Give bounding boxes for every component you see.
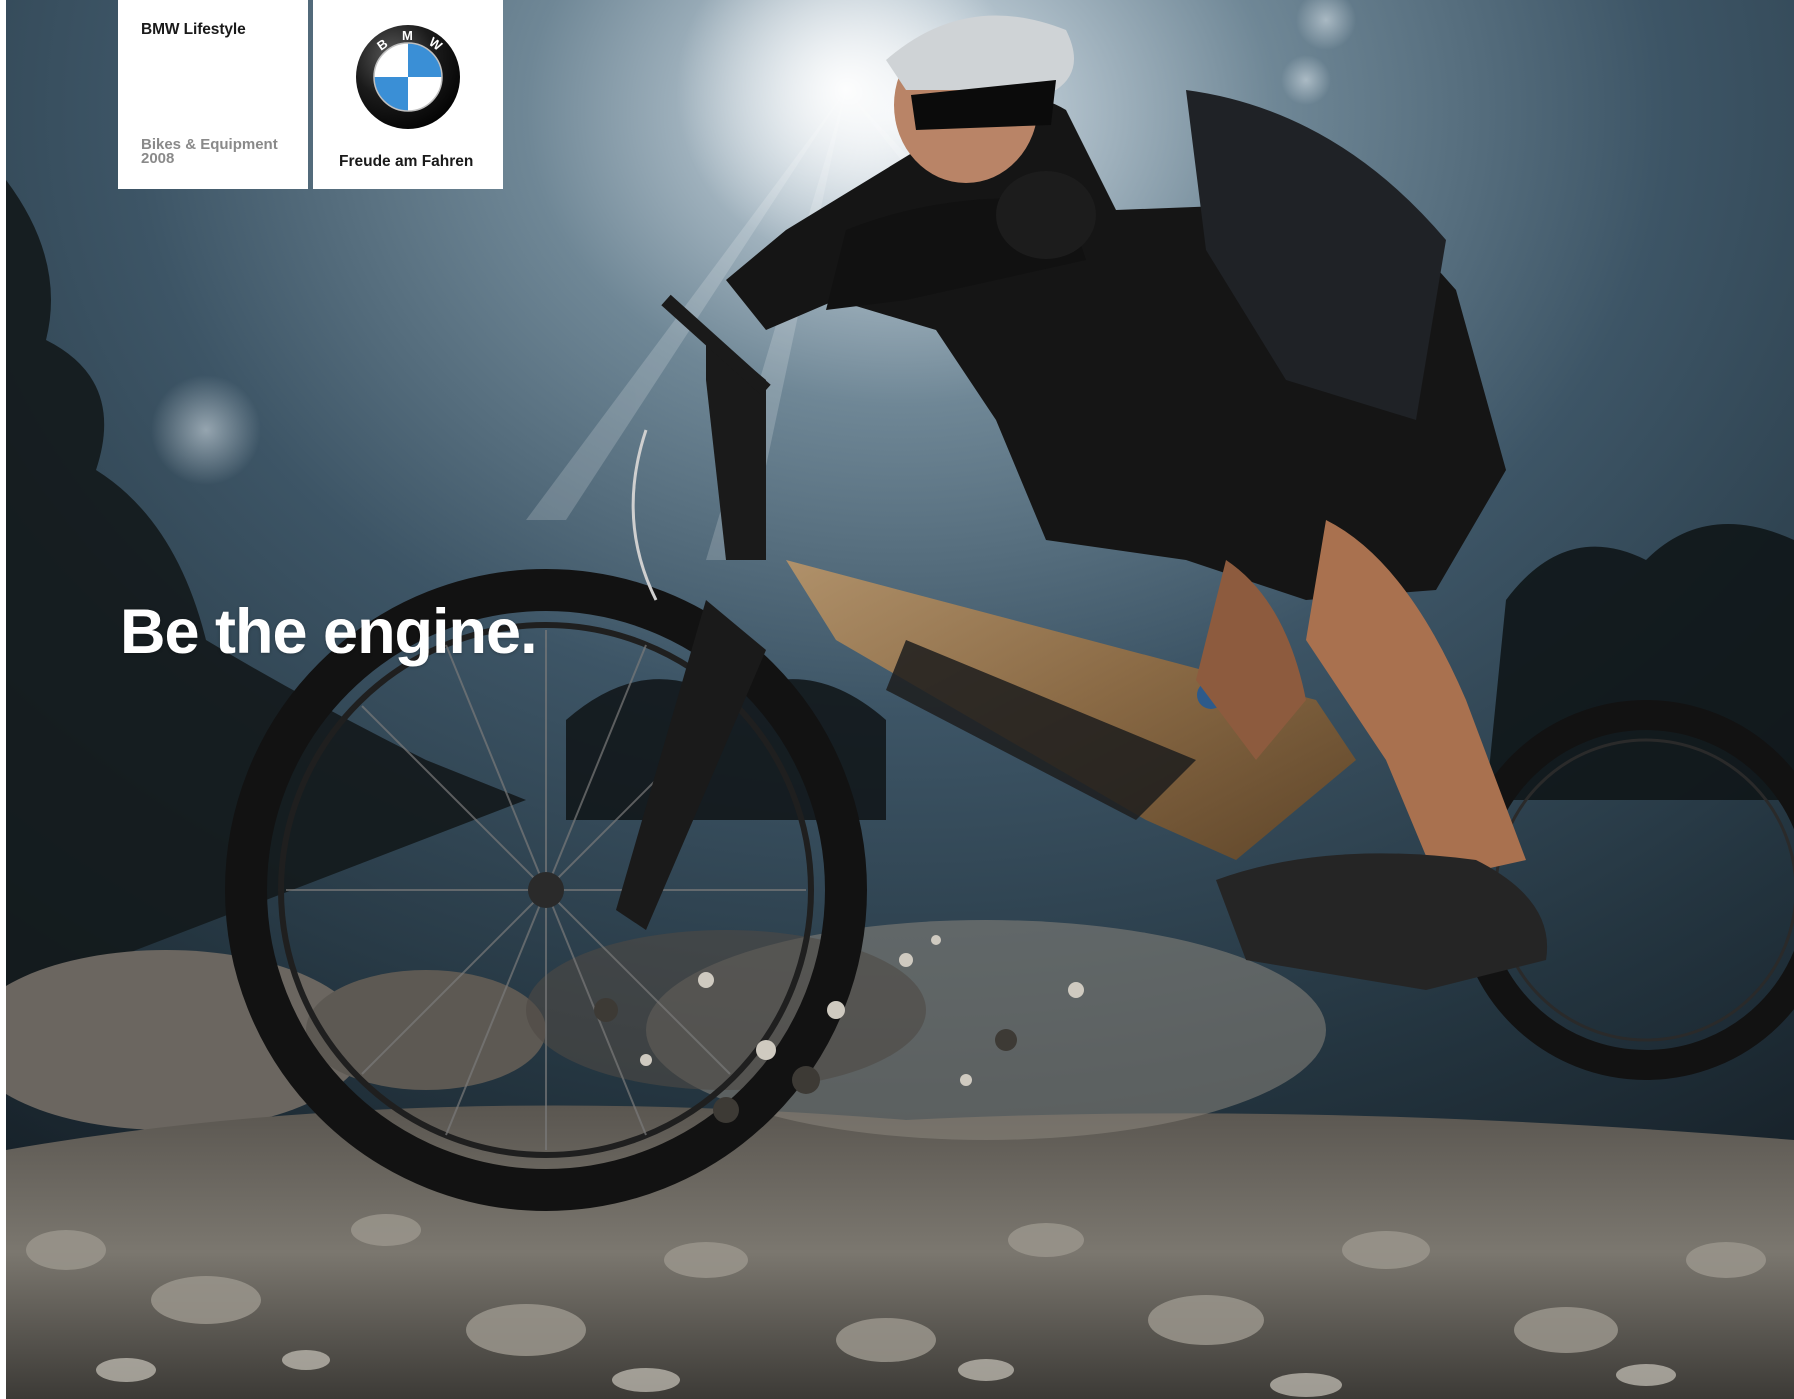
catalog-year: 2008: [141, 150, 175, 167]
section-title: BMW Lifestyle: [141, 21, 246, 38]
brand-card: B M W Freude am Fahren: [313, 0, 503, 189]
bmw-logo-icon: B M W: [356, 25, 460, 129]
catalog-subtitle: Bikes & Equipment 2008: [141, 137, 278, 167]
catalog-cover: BMW Lifestyle Bikes & Equipment 2008 B M…: [0, 0, 1794, 1399]
hero-headline: Be the engine.: [120, 597, 538, 667]
svg-text:M: M: [402, 28, 413, 43]
hero-photo: [6, 0, 1794, 1399]
brand-tagline: Freude am Fahren: [339, 153, 474, 170]
catalog-label-card: BMW Lifestyle Bikes & Equipment 2008: [118, 0, 308, 189]
